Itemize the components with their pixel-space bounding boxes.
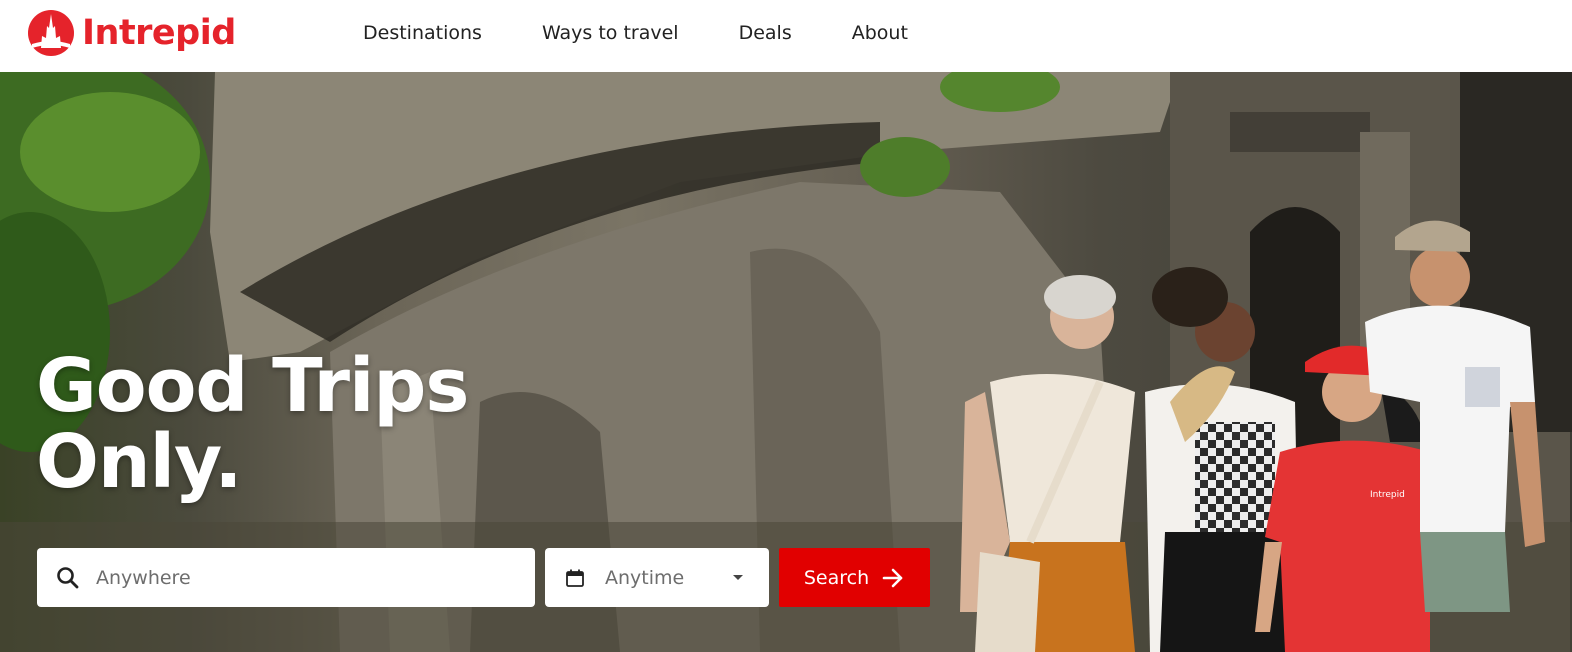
trip-search-bar: Anywhere Anytime Search — [37, 548, 930, 607]
date-placeholder: Anytime — [605, 566, 685, 589]
main-nav: Destinations Ways to travel Deals About — [363, 22, 968, 44]
headline-line-1: Good Trips — [36, 343, 469, 429]
hero-banner: Intrepid Good Trips Only. Anywhere Anyti… — [0, 72, 1572, 652]
arrow-right-icon — [882, 568, 903, 587]
calendar-icon — [566, 569, 584, 587]
search-icon — [57, 566, 79, 588]
intrepid-logo-icon — [28, 10, 74, 56]
search-button-label: Search — [803, 566, 870, 589]
headline-line-2: Only. — [36, 419, 243, 505]
nav-destinations[interactable]: Destinations — [363, 22, 482, 44]
chevron-down-icon — [733, 575, 743, 580]
nav-about[interactable]: About — [852, 22, 908, 44]
destination-placeholder: Anywhere — [96, 566, 191, 589]
top-navigation-bar: Intrepid Destinations Ways to travel Dea… — [0, 0, 1572, 72]
date-select[interactable]: Anytime — [545, 548, 769, 607]
brand-name: Intrepid — [82, 13, 236, 53]
destination-input[interactable]: Anywhere — [37, 548, 535, 607]
search-button[interactable]: Search — [779, 548, 930, 607]
intrepid-logo[interactable]: Intrepid — [26, 8, 236, 58]
hero-headline: Good Trips Only. — [36, 343, 469, 505]
nav-deals[interactable]: Deals — [739, 22, 792, 44]
nav-ways-to-travel[interactable]: Ways to travel — [542, 22, 679, 44]
shirt-logo: Intrepid — [1370, 490, 1405, 500]
